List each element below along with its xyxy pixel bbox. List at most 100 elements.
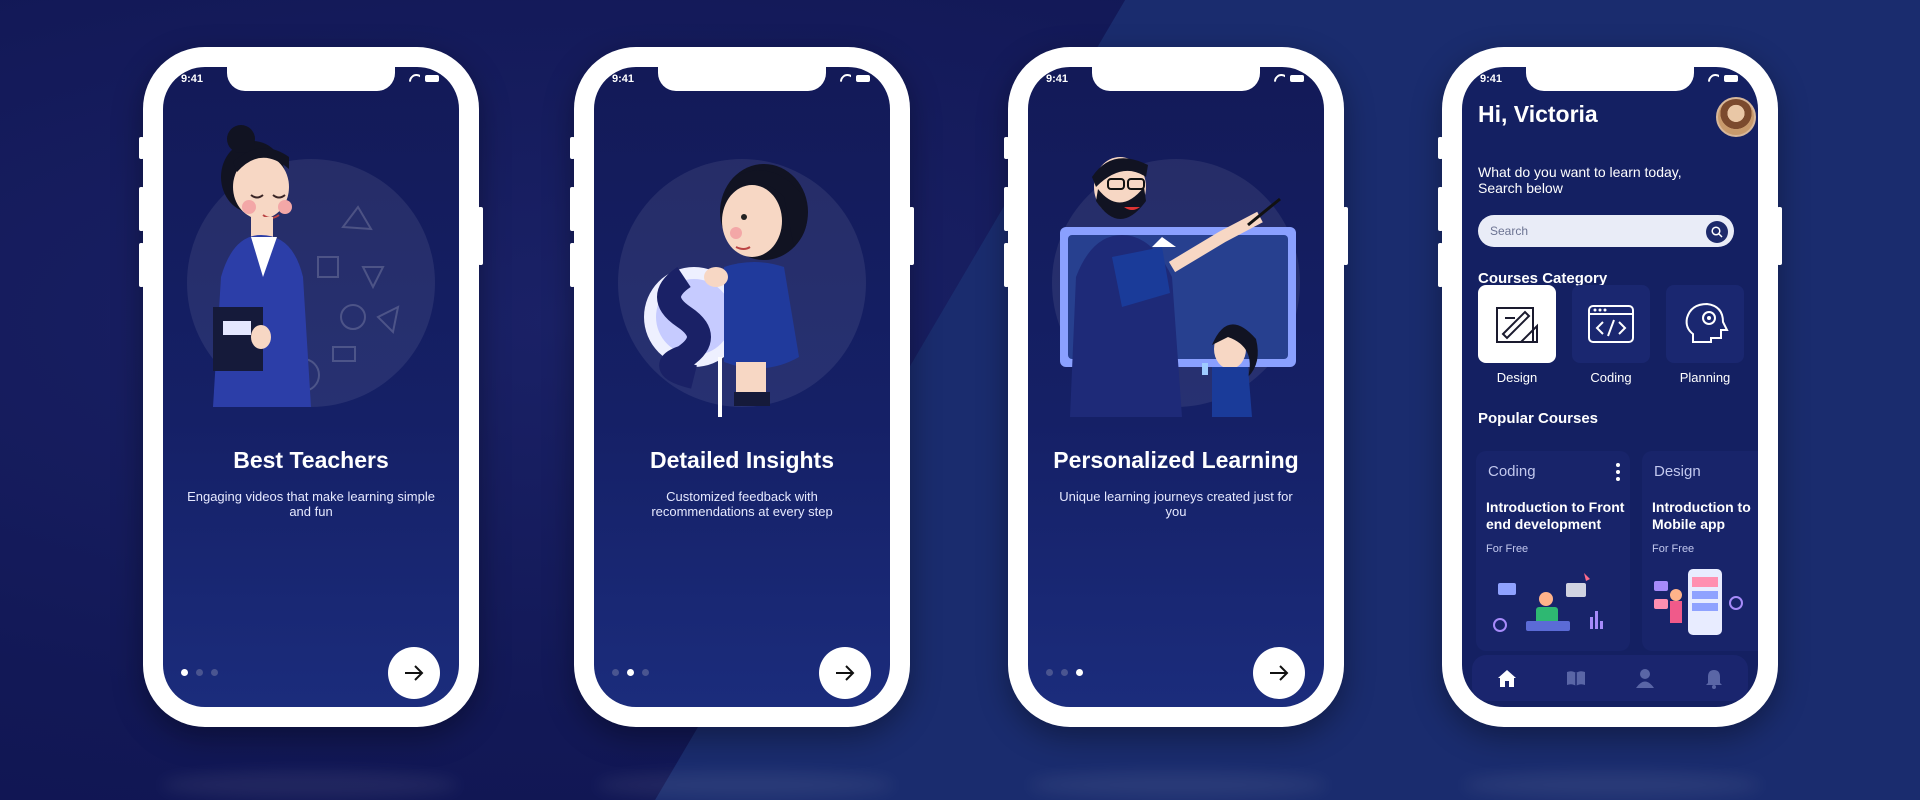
page-dot[interactable]	[1076, 669, 1083, 676]
arrow-right-icon	[405, 665, 424, 681]
category-planning[interactable]	[1666, 285, 1744, 363]
phone-onboarding-1: 9:41 Best Teachers Engaging videos that …	[139, 47, 483, 727]
mobile-app-course-illustration	[1654, 569, 1743, 635]
onboarding-screen: 9:41 Detailed Insights Customized feedba…	[594, 67, 890, 707]
teacher-board-illustration	[1060, 157, 1296, 417]
design-drawing-icon	[1496, 307, 1538, 343]
frontend-course-illustration	[1493, 573, 1603, 632]
page-dot[interactable]	[612, 669, 619, 676]
wifi-icon	[1708, 74, 1719, 82]
page-dot[interactable]	[627, 669, 634, 676]
avatar[interactable]	[1716, 97, 1756, 137]
page-indicator	[612, 669, 649, 676]
onboarding-subtitle: Customized feedback with recommendations…	[651, 489, 833, 519]
battery-icon	[425, 74, 439, 82]
side-button	[909, 207, 914, 265]
battery-icon	[1290, 74, 1304, 82]
search-prompt: What do you want to learn today, Search …	[1478, 164, 1682, 196]
notch	[227, 67, 395, 91]
search-button[interactable]	[1706, 221, 1728, 243]
side-button	[1343, 207, 1348, 265]
notch	[1092, 67, 1260, 91]
page-dot[interactable]	[211, 669, 218, 676]
phone-reflection	[1462, 772, 1762, 798]
search-icon	[1711, 226, 1723, 238]
category-label: Design	[1496, 370, 1538, 385]
arrow-right-icon	[836, 665, 855, 681]
side-button	[139, 187, 144, 231]
notch	[658, 67, 826, 91]
category-label: Planning	[1679, 370, 1731, 385]
profile-icon[interactable]	[1634, 667, 1656, 689]
course-title: Introduction to Front end development	[1486, 499, 1625, 532]
side-button	[570, 137, 575, 159]
side-button	[1004, 137, 1009, 159]
status-icons	[1274, 74, 1304, 82]
side-button	[1777, 207, 1782, 265]
page-indicator	[181, 669, 218, 676]
code-window-icon	[1588, 305, 1634, 343]
phone-reflection	[1028, 772, 1328, 798]
phone-onboarding-3: 9:41 Personalized Learning Unique learni…	[1004, 47, 1348, 727]
arrow-right-icon	[1270, 665, 1289, 681]
side-button	[1004, 243, 1009, 287]
battery-icon	[856, 74, 870, 82]
status-icons	[409, 74, 439, 82]
side-button	[478, 207, 483, 265]
home-screen: 9:41 Hi, Victoria What do you want to le…	[1462, 67, 1758, 707]
search-input[interactable]	[1490, 224, 1690, 238]
onboarding-screen: 9:41 Personalized Learning Unique learni…	[1028, 67, 1324, 707]
onboarding-title: Personalized Learning	[1053, 447, 1299, 473]
status-time: 9:41	[612, 73, 635, 85]
wifi-icon	[1274, 74, 1285, 82]
course-price: For Free	[1486, 543, 1529, 555]
side-button	[1004, 187, 1009, 231]
bell-icon[interactable]	[1703, 667, 1725, 689]
greeting-title: Hi, Victoria	[1478, 101, 1598, 127]
search-bar	[1478, 215, 1734, 247]
status-icons	[1708, 74, 1738, 82]
page-dot[interactable]	[642, 669, 649, 676]
side-button	[1438, 137, 1443, 159]
course-card[interactable]: Coding Introduction to Front end develop…	[1476, 451, 1630, 651]
page-dot[interactable]	[181, 669, 188, 676]
side-button	[139, 137, 144, 159]
wifi-icon	[840, 74, 851, 82]
insights-illustration	[644, 164, 808, 417]
side-button	[139, 243, 144, 287]
category-coding[interactable]	[1572, 285, 1650, 363]
course-category: Design	[1654, 463, 1701, 480]
onboarding-subtitle: Unique learning journeys created just fo…	[1059, 489, 1293, 519]
battery-icon	[1724, 74, 1738, 82]
course-card[interactable]: Design Introduction to Mobile app For Fr…	[1642, 451, 1758, 651]
onboarding-screen: 9:41 Best Teachers Engaging videos that …	[163, 67, 459, 707]
page-dot[interactable]	[1046, 669, 1053, 676]
category-design[interactable]	[1478, 285, 1556, 363]
course-price: For Free	[1652, 543, 1695, 555]
status-time: 9:41	[1046, 73, 1069, 85]
phone-home: 9:41 Hi, Victoria What do you want to le…	[1438, 47, 1782, 727]
phone-reflection	[160, 772, 460, 798]
page-dot[interactable]	[1061, 669, 1068, 676]
wifi-icon	[409, 74, 420, 82]
side-button	[1438, 243, 1443, 287]
course-title: Introduction to Mobile app	[1652, 499, 1751, 532]
side-button	[1438, 187, 1443, 231]
status-time: 9:41	[1480, 73, 1503, 85]
category-label: Coding	[1590, 370, 1632, 385]
next-button[interactable]	[819, 647, 871, 699]
teacher-illustration	[213, 125, 400, 407]
next-button[interactable]	[1253, 647, 1305, 699]
page-dot[interactable]	[196, 669, 203, 676]
onboarding-title: Detailed Insights	[649, 447, 835, 473]
phone-reflection	[595, 772, 895, 798]
status-icons	[840, 74, 870, 82]
bottom-tab-bar	[1472, 655, 1748, 701]
side-button	[570, 187, 575, 231]
onboarding-title: Best Teachers	[233, 447, 389, 473]
more-options-icon[interactable]	[1616, 463, 1620, 484]
book-icon[interactable]	[1565, 667, 1587, 689]
next-button[interactable]	[388, 647, 440, 699]
home-icon[interactable]	[1496, 667, 1518, 689]
status-time: 9:41	[181, 73, 204, 85]
